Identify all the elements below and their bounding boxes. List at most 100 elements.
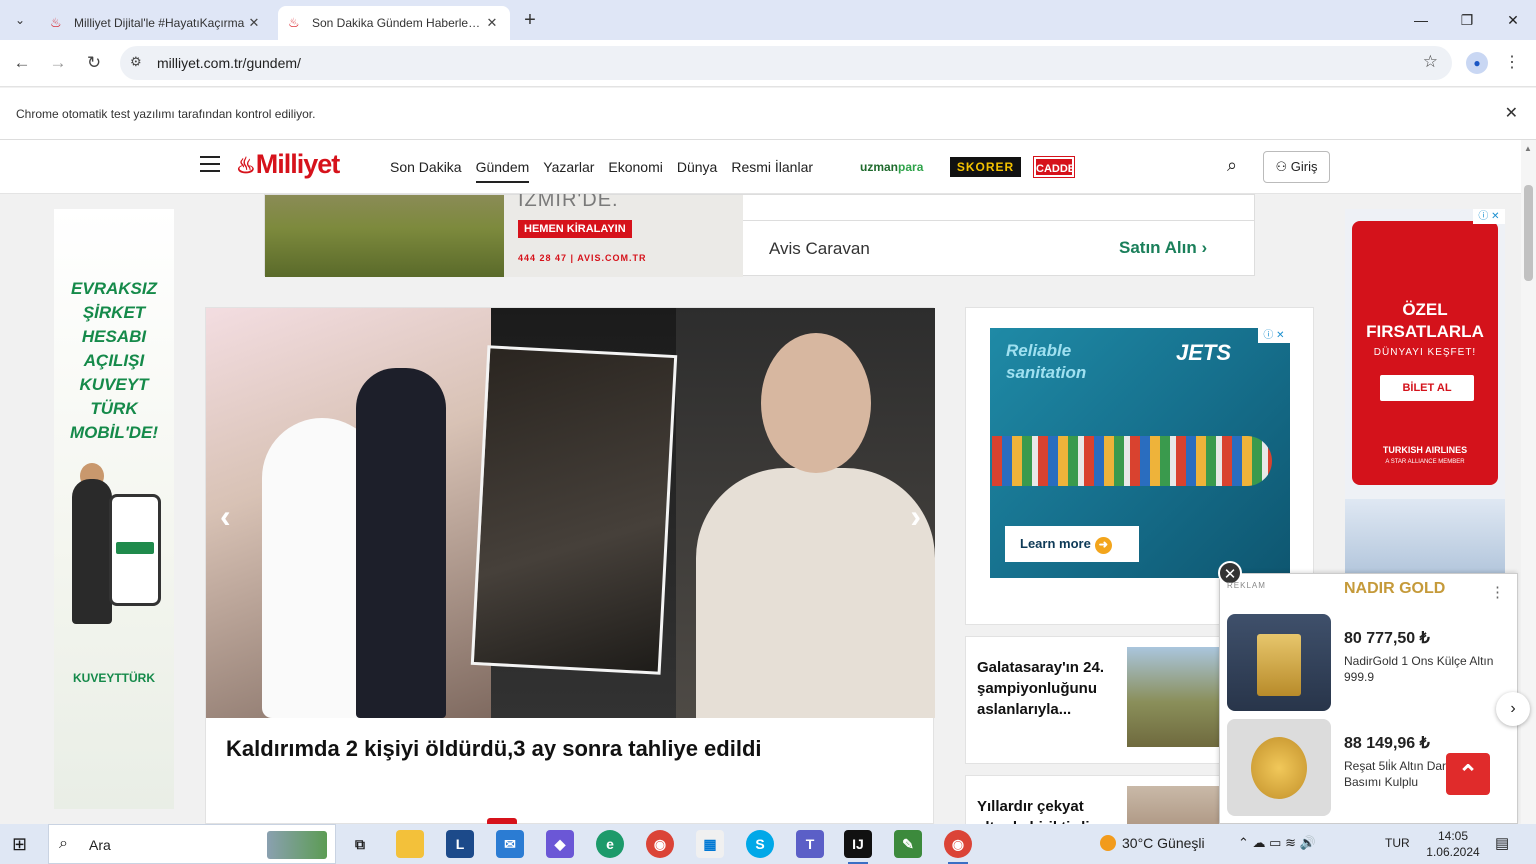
file-explorer-icon[interactable]: [396, 830, 424, 858]
edge-icon[interactable]: e: [596, 830, 624, 858]
uzmanpara-logo[interactable]: uzmanpara: [860, 157, 923, 177]
browser-toolbar: ← → ↻ ⚙ milliyet.com.tr/gundem/ ☆ ● ⋮: [0, 40, 1536, 87]
turkish-airlines-skyscraper-ad[interactable]: ÖZEL FIRSATLARLA DÜNYAYI KEŞFET! BİLET A…: [1345, 209, 1505, 574]
notepad-icon[interactable]: ✎: [894, 830, 922, 858]
kuveyt-turk-logo: KUVEYTTÜRK: [72, 671, 155, 685]
chevron-right-icon: ›: [1201, 238, 1208, 257]
system-tray[interactable]: ⌃ ☁ ▭ ≋ 🔊: [1238, 835, 1316, 851]
news-title[interactable]: Galatasaray'ın 24. şampiyonluğunu aslanl…: [977, 657, 1122, 720]
l-app-icon[interactable]: L: [446, 830, 474, 858]
milliyet-logo[interactable]: ♨Milliyet: [236, 149, 340, 180]
url-text[interactable]: milliyet.com.tr/gundem/: [157, 55, 301, 71]
windows-start-icon[interactable]: ⊞: [12, 834, 27, 855]
scrollbar-thumb[interactable]: [1524, 185, 1533, 281]
more-options-icon[interactable]: ⋮: [1490, 583, 1505, 601]
notification-icon[interactable]: ▤: [1495, 834, 1509, 852]
search-icon: ⌕: [59, 835, 68, 852]
airline-name: TURKISH AIRLINES: [1382, 445, 1468, 455]
slider-caption[interactable]: Kaldırımda 2 kişiyi öldürdü,3 ay sonra t…: [226, 736, 762, 762]
kuveyt-turk-skyscraper-ad[interactable]: EVRAKSIZ ŞİRKET HESABI AÇILIŞI KUVEYT TÜ…: [54, 209, 174, 809]
nav-gundem[interactable]: Gündem: [475, 159, 530, 183]
store-icon[interactable]: ▦: [696, 830, 724, 858]
slider-image[interactable]: ‹ ›: [206, 308, 935, 718]
scroll-to-top-button[interactable]: ⌃: [1446, 753, 1490, 795]
weather-widget[interactable]: 30°C Güneşli: [1100, 835, 1205, 851]
nav-ekonomi[interactable]: Ekonomi: [608, 159, 662, 183]
ad-divider: [743, 195, 1255, 221]
new-tab-button[interactable]: +: [518, 8, 542, 32]
chrome-running-icon[interactable]: ◉: [944, 830, 972, 864]
adchoices-icon[interactable]: ⓘ ✕: [1473, 209, 1505, 224]
face-figure: [761, 333, 871, 473]
address-bar[interactable]: ⚙ milliyet.com.tr/gundem/ ☆: [120, 46, 1452, 80]
avis-banner-ad[interactable]: İZMİR'DE. HEMEN KİRALAYIN 444 28 47 | AV…: [264, 189, 1255, 277]
chrome-menu-icon[interactable]: ⋮: [1504, 52, 1520, 72]
adchoices-icon[interactable]: ⓘ ✕: [1258, 328, 1290, 343]
gold-coin-image[interactable]: [1227, 719, 1331, 816]
automation-infobar: Chrome otomatik test yazılımı tarafından…: [0, 88, 1536, 140]
site-info-icon[interactable]: ⚙: [130, 54, 142, 70]
restore-button[interactable]: ❐: [1444, 8, 1490, 32]
learn-more-button[interactable]: Learn more ➜: [1005, 526, 1139, 562]
user-icon: ⚇: [1275, 159, 1288, 174]
ad-buy-link[interactable]: Satın Alın ›: [1119, 238, 1207, 258]
reload-button[interactable]: ↻: [82, 51, 106, 75]
nav-yazarlar[interactable]: Yazarlar: [543, 159, 594, 183]
ad-rent-cta[interactable]: HEMEN KİRALAYIN: [518, 220, 632, 238]
back-button[interactable]: ←: [10, 51, 34, 75]
container-ship-illustration: [992, 436, 1272, 486]
skorer-logo[interactable]: SKORER: [950, 157, 1021, 177]
buy-ticket-button[interactable]: BİLET AL: [1380, 375, 1474, 401]
tab-search-button[interactable]: ⌄: [8, 8, 32, 32]
search-icon[interactable]: ⌕: [1227, 155, 1237, 176]
headline-slider[interactable]: ‹ › Kaldırımda 2 kişiyi öldürdü,3 ay son…: [205, 307, 935, 824]
product-price[interactable]: 80 777,50 ₺: [1344, 628, 1430, 648]
sun-icon: [1100, 835, 1116, 851]
teams-icon[interactable]: T: [796, 830, 824, 858]
chevron-up-icon[interactable]: ⌃: [1238, 835, 1249, 850]
bookmark-star-icon[interactable]: ☆: [1423, 52, 1438, 72]
chrome-icon[interactable]: ◉: [646, 830, 674, 858]
taskbar-search[interactable]: ⌕ Ara: [48, 824, 336, 864]
forward-button[interactable]: →: [46, 51, 70, 75]
nav-resmi-ilanlar[interactable]: Resmi İlanlar: [731, 159, 813, 183]
product-price[interactable]: 88 149,96 ₺: [1344, 733, 1430, 753]
cloud-icon[interactable]: ☁: [1253, 835, 1266, 850]
copilot-icon[interactable]: ◆: [546, 830, 574, 858]
language-indicator[interactable]: TUR: [1385, 836, 1410, 850]
skype-icon[interactable]: S: [746, 830, 774, 858]
jetbrains-icon[interactable]: IJ: [844, 830, 872, 864]
hamburger-menu-icon[interactable]: [200, 156, 220, 177]
scroll-up-icon[interactable]: ▲: [1524, 144, 1532, 153]
mail-icon[interactable]: ✉: [496, 830, 524, 858]
login-button[interactable]: ⚇ Giriş: [1263, 151, 1330, 183]
profile-avatar[interactable]: ●: [1466, 52, 1488, 74]
product-name[interactable]: NadirGold 1 Ons Külçe Altın 999.9: [1344, 653, 1494, 685]
carousel-next-icon[interactable]: ›: [1496, 692, 1530, 726]
slider-next-icon[interactable]: ›: [910, 498, 921, 535]
close-infobar-icon[interactable]: ✕: [1505, 103, 1518, 123]
volume-icon[interactable]: 🔊: [1300, 835, 1316, 850]
tab-milliyet-dijital[interactable]: ♨ Milliyet Dijital'le #HayatıKaçırma ✕: [40, 6, 272, 40]
uzman-text: uzman: [860, 160, 899, 174]
clock[interactable]: 14:05 1.06.2024: [1422, 828, 1484, 860]
jets-ad[interactable]: Reliable sanitation JETS Learn more ➜ ⓘ ✕: [990, 328, 1290, 578]
task-view-icon[interactable]: ⧉: [346, 830, 374, 858]
nav-dunya[interactable]: Dünya: [677, 159, 717, 183]
tab-son-dakika[interactable]: ♨ Son Dakika Gündem Haberleri - Milliyet…: [278, 6, 510, 40]
battery-icon[interactable]: ▭: [1269, 835, 1281, 850]
news-title[interactable]: Yıllardır çekyat altında biriktirdi...: [977, 796, 1122, 824]
close-tab-icon[interactable]: ✕: [246, 15, 262, 31]
learn-more-label: Learn more: [1020, 536, 1091, 551]
minimize-button[interactable]: —: [1398, 8, 1444, 32]
wifi-icon[interactable]: ≋: [1285, 835, 1296, 850]
close-tab-icon[interactable]: ✕: [484, 15, 500, 31]
cadde-logo[interactable]: CADDE: [1033, 156, 1075, 178]
nav-son-dakika[interactable]: Son Dakika: [390, 159, 462, 183]
gold-bar-image[interactable]: [1227, 614, 1331, 711]
slider-prev-icon[interactable]: ‹: [220, 498, 231, 535]
milliyet-favicon-icon: ♨: [288, 15, 300, 30]
close-window-button[interactable]: ✕: [1490, 8, 1536, 32]
date-text: 1.06.2024: [1426, 845, 1480, 859]
ad-contact: 444 28 47 | AVIS.COM.TR: [518, 253, 647, 263]
